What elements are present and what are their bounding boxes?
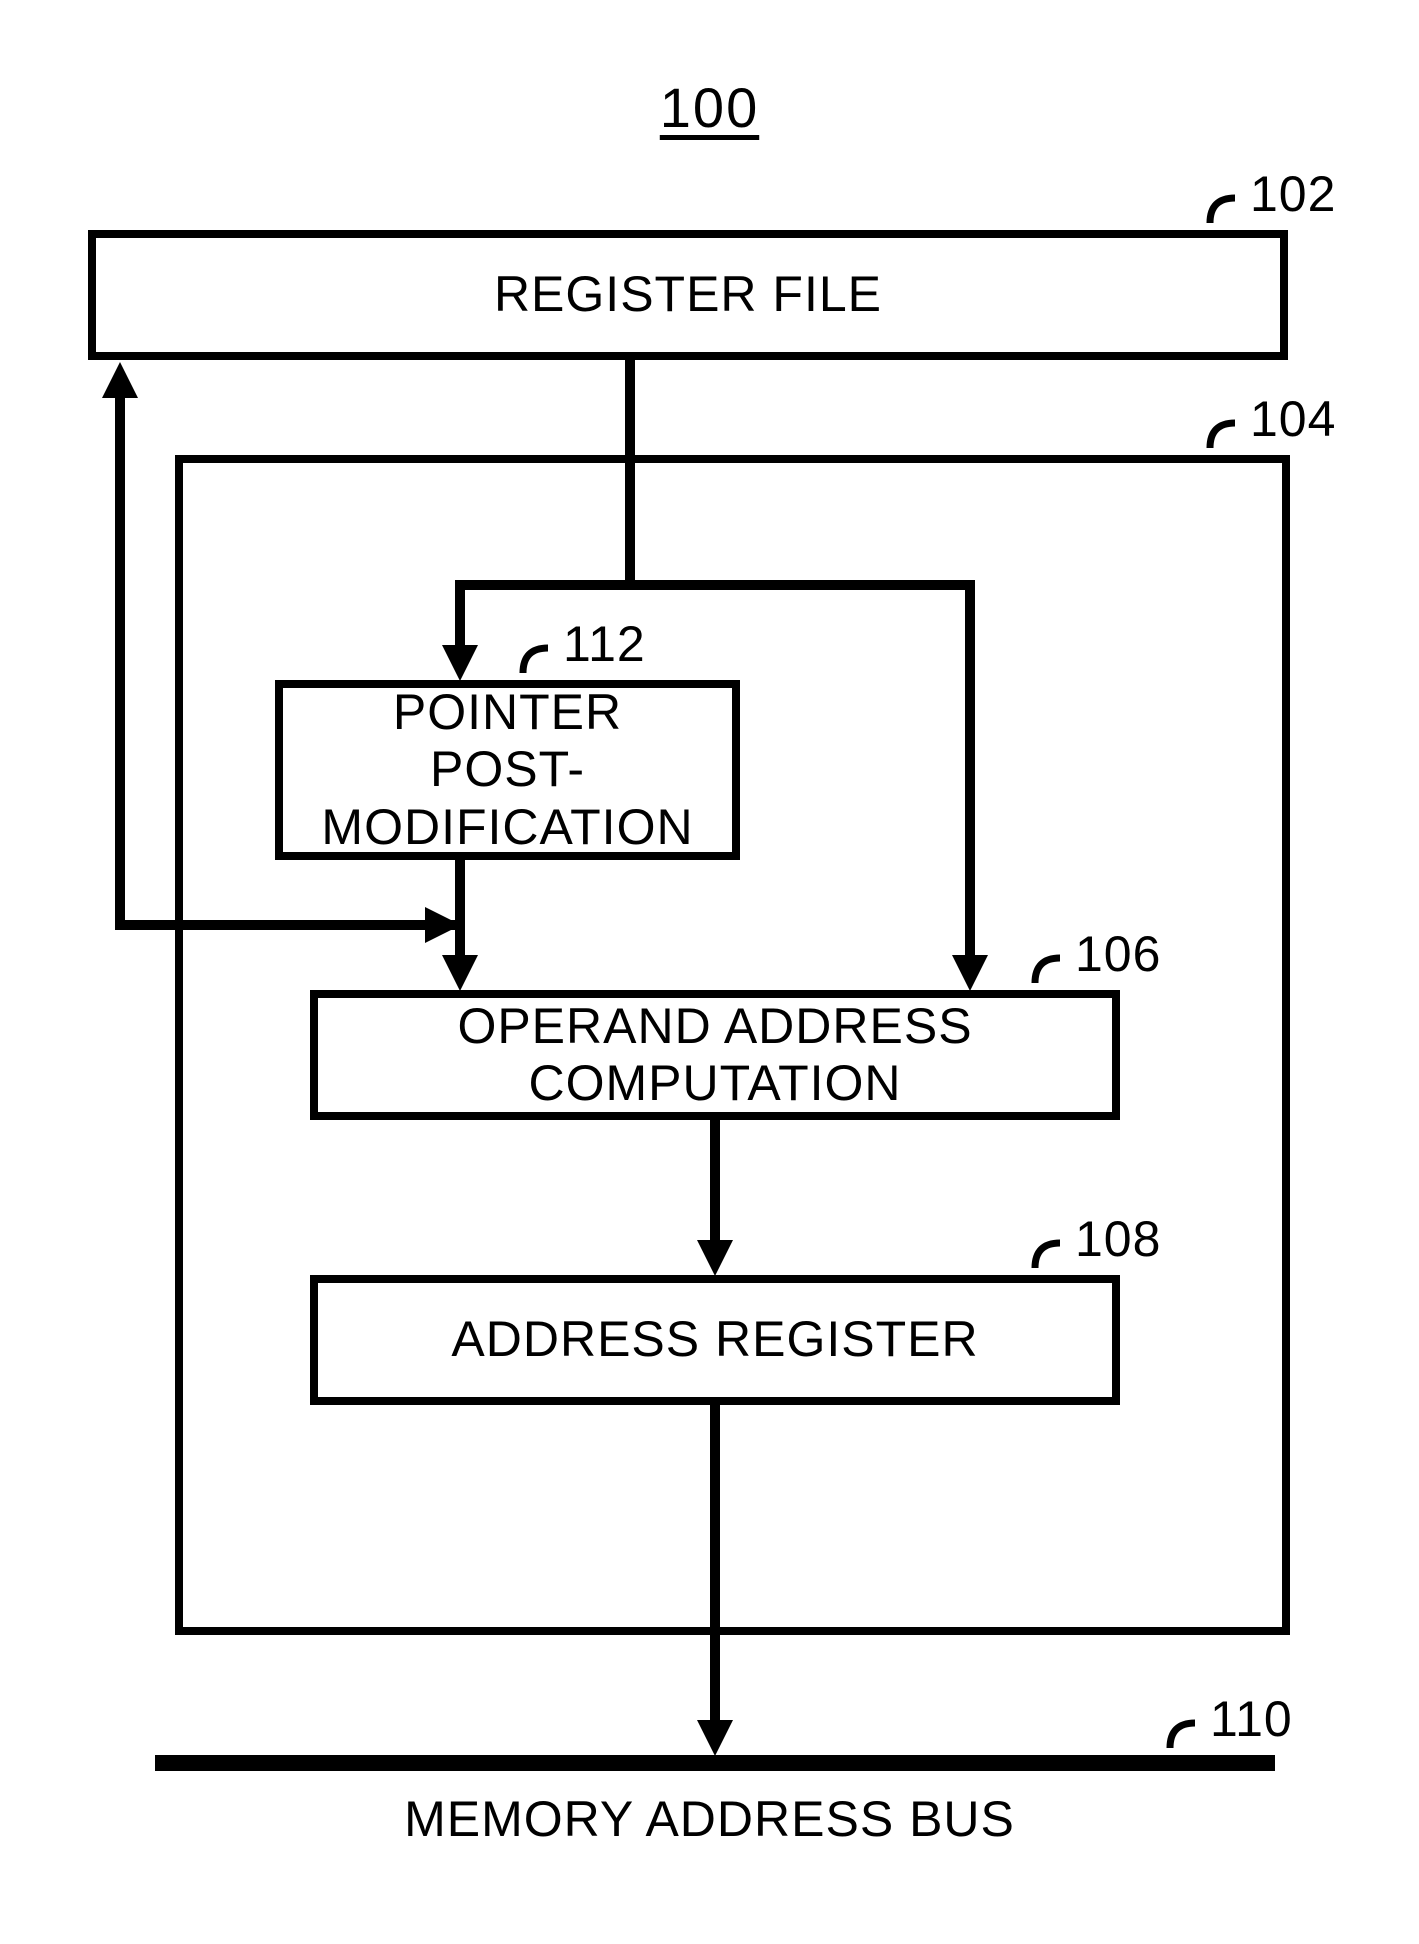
ref-hook-104 xyxy=(1205,413,1245,453)
pointer-label-line2: POST-MODIFICATION xyxy=(283,741,732,856)
address-register-label: ADDRESS REGISTER xyxy=(451,1311,978,1369)
arrowhead xyxy=(425,907,461,943)
arrowhead xyxy=(697,1240,733,1276)
ref-104: 104 xyxy=(1250,390,1336,448)
arrowhead xyxy=(442,645,478,681)
operand-address-block: OPERAND ADDRESS COMPUTATION xyxy=(310,990,1120,1120)
ref-hook-106 xyxy=(1030,948,1070,988)
arrowhead xyxy=(697,1720,733,1756)
memory-bus-line xyxy=(155,1755,1275,1771)
ref-112: 112 xyxy=(563,615,646,673)
memory-bus-label: MEMORY ADDRESS BUS xyxy=(404,1790,1015,1848)
diagram-title: 100 xyxy=(660,75,759,140)
connector xyxy=(455,580,465,650)
ref-hook-110 xyxy=(1165,1713,1205,1753)
arrowhead xyxy=(952,955,988,991)
connector xyxy=(710,1405,720,1725)
ref-hook-102 xyxy=(1205,188,1245,228)
operand-address-label: OPERAND ADDRESS COMPUTATION xyxy=(318,998,1112,1113)
arrowhead xyxy=(442,955,478,991)
address-register-block: ADDRESS REGISTER xyxy=(310,1275,1120,1405)
connector xyxy=(115,920,465,930)
ref-hook-112 xyxy=(518,638,558,678)
connector xyxy=(710,1120,720,1245)
register-file-block: REGISTER FILE xyxy=(88,230,1288,360)
connector xyxy=(965,580,975,960)
ref-110: 110 xyxy=(1210,1690,1293,1748)
register-file-label: REGISTER FILE xyxy=(494,266,882,324)
connector xyxy=(625,360,635,585)
pointer-label-line1: POINTER xyxy=(283,684,732,742)
ref-108: 108 xyxy=(1075,1210,1161,1268)
ref-106: 106 xyxy=(1075,925,1161,983)
connector xyxy=(455,580,975,590)
ref-hook-108 xyxy=(1030,1233,1070,1273)
arrowhead xyxy=(102,362,138,398)
ref-102: 102 xyxy=(1250,165,1336,223)
connector xyxy=(115,395,125,930)
pointer-post-mod-block: POINTER POST-MODIFICATION xyxy=(275,680,740,860)
